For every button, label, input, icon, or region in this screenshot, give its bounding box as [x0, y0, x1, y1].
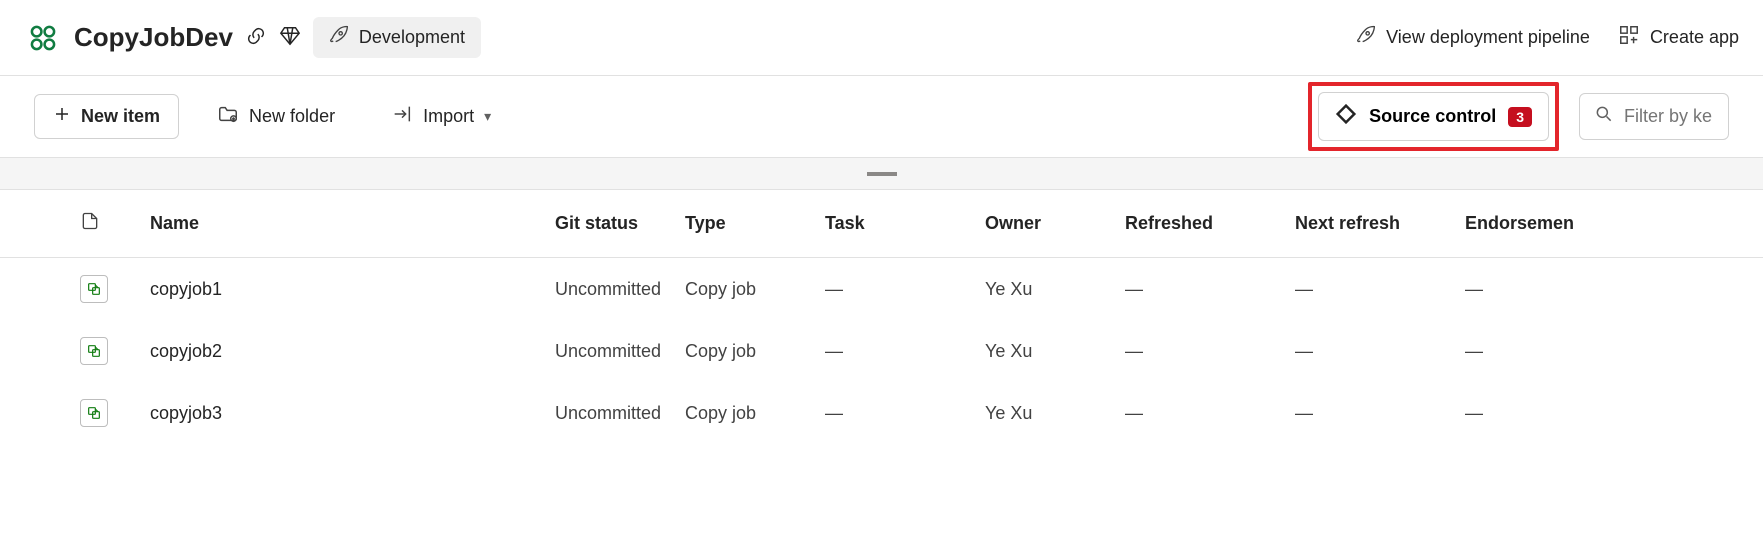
col-refreshed-header[interactable]: Refreshed: [1125, 213, 1295, 234]
item-type: Copy job: [685, 341, 825, 362]
item-endorse: —: [1465, 279, 1605, 300]
rocket-icon: [329, 25, 349, 50]
create-app-button[interactable]: Create app: [1618, 24, 1739, 51]
source-control-highlight: Source control 3: [1308, 82, 1559, 151]
folder-plus-icon: [217, 103, 239, 130]
item-git: Uncommitted: [555, 341, 685, 362]
search-icon: [1594, 104, 1614, 129]
copyjob-item-icon: [80, 275, 108, 303]
view-pipeline-label: View deployment pipeline: [1386, 27, 1590, 48]
new-item-button[interactable]: New item: [34, 94, 179, 139]
item-owner: Ye Xu: [985, 279, 1125, 300]
filter-input[interactable]: [1624, 106, 1714, 127]
rocket-icon: [1356, 25, 1376, 50]
table-row[interactable]: copyjob1 Uncommitted Copy job — Ye Xu — …: [0, 258, 1763, 320]
item-owner: Ye Xu: [985, 341, 1125, 362]
table-row[interactable]: copyjob2 Uncommitted Copy job — Ye Xu — …: [0, 320, 1763, 382]
item-name: copyjob2: [150, 341, 555, 362]
col-endorsement-header[interactable]: Endorsemen: [1465, 213, 1605, 234]
item-endorse: —: [1465, 403, 1605, 424]
table-row[interactable]: copyjob3 Uncommitted Copy job — Ye Xu — …: [0, 382, 1763, 444]
resize-handle[interactable]: [0, 158, 1763, 190]
source-control-badge: 3: [1508, 107, 1532, 127]
diamond-icon[interactable]: [279, 25, 301, 50]
item-refreshed: —: [1125, 341, 1295, 362]
plus-icon: [53, 105, 71, 128]
toolbar: New item New folder Import ▾ Source cont…: [0, 76, 1763, 158]
item-type: Copy job: [685, 403, 825, 424]
import-button[interactable]: Import ▾: [373, 93, 509, 140]
item-owner: Ye Xu: [985, 403, 1125, 424]
item-name: copyjob3: [150, 403, 555, 424]
workspace-icon: [24, 19, 62, 57]
copyjob-item-icon: [80, 399, 108, 427]
file-icon: [80, 210, 100, 237]
col-type-header[interactable]: Type: [685, 213, 825, 234]
source-control-label: Source control: [1369, 106, 1496, 127]
import-arrow-icon: [391, 103, 413, 130]
workspace-title: CopyJobDev: [74, 22, 233, 53]
col-next-refresh-header[interactable]: Next refresh: [1295, 213, 1465, 234]
item-git: Uncommitted: [555, 403, 685, 424]
new-folder-button[interactable]: New folder: [199, 93, 353, 140]
copy-link-icon[interactable]: [245, 25, 267, 50]
chevron-down-icon: ▾: [484, 108, 491, 125]
col-task-header[interactable]: Task: [825, 213, 985, 234]
import-label: Import: [423, 106, 474, 127]
new-item-label: New item: [81, 106, 160, 127]
item-next: —: [1295, 403, 1465, 424]
item-endorse: —: [1465, 341, 1605, 362]
stage-label: Development: [359, 27, 465, 48]
filter-input-wrap[interactable]: [1579, 93, 1729, 140]
app-grid-icon: [1618, 24, 1640, 51]
col-owner-header[interactable]: Owner: [985, 213, 1125, 234]
grip-icon: [867, 172, 897, 176]
item-task: —: [825, 341, 985, 362]
source-control-button[interactable]: Source control 3: [1318, 92, 1549, 141]
item-next: —: [1295, 279, 1465, 300]
item-task: —: [825, 403, 985, 424]
item-refreshed: —: [1125, 279, 1295, 300]
table-header: Name Git status Type Task Owner Refreshe…: [0, 190, 1763, 258]
item-type: Copy job: [685, 279, 825, 300]
workspace-header: CopyJobDev Development View deployment p…: [0, 0, 1763, 76]
item-task: —: [825, 279, 985, 300]
item-name: copyjob1: [150, 279, 555, 300]
col-git-header[interactable]: Git status: [555, 213, 685, 234]
stage-pill[interactable]: Development: [313, 17, 481, 58]
create-app-label: Create app: [1650, 27, 1739, 48]
git-icon: [1335, 103, 1357, 130]
item-refreshed: —: [1125, 403, 1295, 424]
new-folder-label: New folder: [249, 106, 335, 127]
item-git: Uncommitted: [555, 279, 685, 300]
copyjob-item-icon: [80, 337, 108, 365]
col-name-header[interactable]: Name: [150, 213, 555, 234]
item-next: —: [1295, 341, 1465, 362]
view-deployment-pipeline-button[interactable]: View deployment pipeline: [1356, 25, 1590, 50]
